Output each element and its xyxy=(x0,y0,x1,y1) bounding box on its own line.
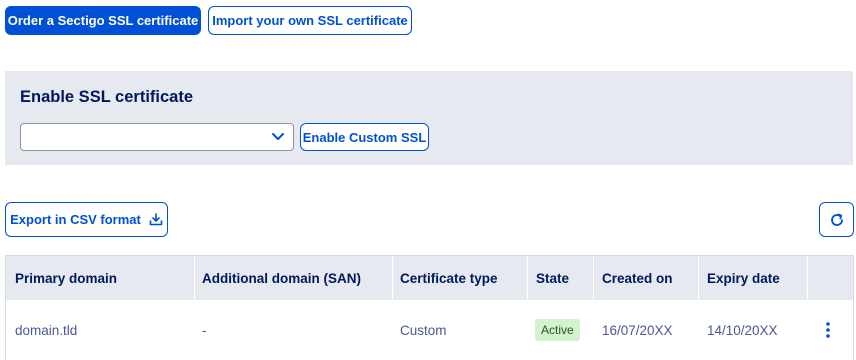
export-csv-label: Export in CSV format xyxy=(10,212,141,227)
refresh-icon xyxy=(830,213,843,226)
ssl-certificate-select[interactable] xyxy=(20,123,294,151)
import-own-ssl-button[interactable]: Import your own SSL certificate xyxy=(208,6,412,35)
ssl-certificates-table: Primary domain Additional domain (SAN) C… xyxy=(5,255,854,360)
download-icon xyxy=(149,213,163,226)
refresh-button[interactable] xyxy=(819,202,854,237)
column-header-primary-domain[interactable]: Primary domain xyxy=(15,256,117,300)
cell-expiry-date: 14/10/20XX xyxy=(707,322,778,338)
column-header-state[interactable]: State xyxy=(536,256,569,300)
chevron-down-icon xyxy=(272,133,284,140)
enable-ssl-panel: Enable SSL certificate xyxy=(5,71,853,165)
table-header: Primary domain Additional domain (SAN) C… xyxy=(6,256,853,300)
export-csv-button[interactable]: Export in CSV format xyxy=(5,202,168,237)
column-header-expiry-date[interactable]: Expiry date xyxy=(707,256,780,300)
kebab-menu-icon[interactable] xyxy=(825,322,831,338)
status-badge: Active xyxy=(535,319,580,341)
table-row: domain.tld - Custom Active 16/07/20XX 14… xyxy=(6,300,853,360)
column-header-san[interactable]: Additional domain (SAN) xyxy=(202,256,361,300)
order-sectigo-ssl-button[interactable]: Order a Sectigo SSL certificate xyxy=(5,6,201,35)
column-header-certificate-type[interactable]: Certificate type xyxy=(400,256,498,300)
enable-ssl-title: Enable SSL certificate xyxy=(20,88,194,106)
cell-san: - xyxy=(202,322,207,338)
cell-primary-domain: domain.tld xyxy=(15,322,78,338)
cell-state: Active xyxy=(535,300,580,360)
enable-custom-ssl-button[interactable]: Enable Custom SSL xyxy=(300,123,429,151)
cell-created-on: 16/07/20XX xyxy=(602,322,673,338)
column-header-created-on[interactable]: Created on xyxy=(602,256,673,300)
cell-certificate-type: Custom xyxy=(400,322,447,338)
